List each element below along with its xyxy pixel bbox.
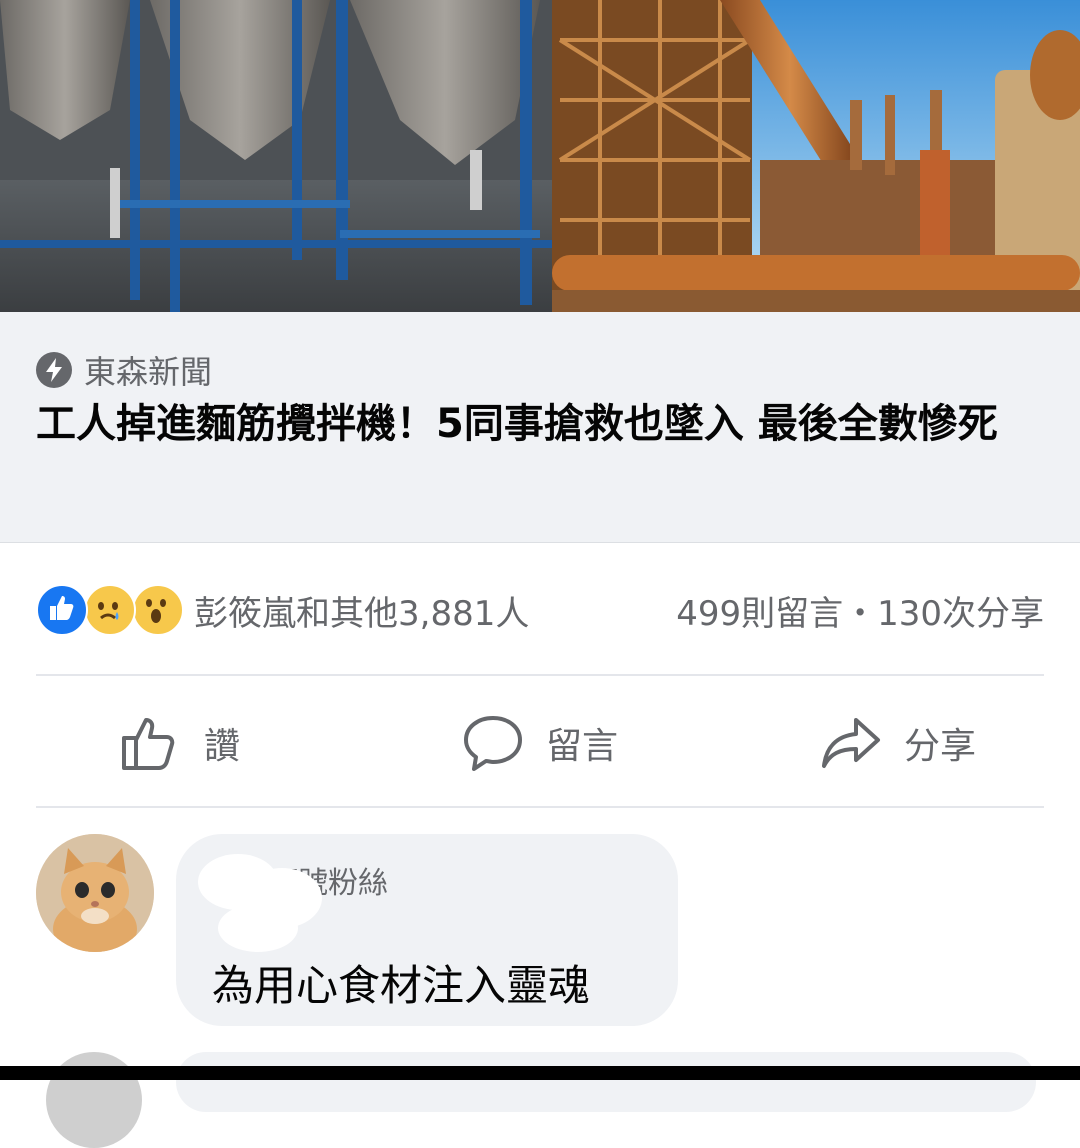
steel-plant-photo (552, 0, 1080, 312)
reactions-row: 彭筱嵐和其他3,881人 499則留言・130次分享 (36, 578, 1044, 642)
source-name: 東森新聞 (84, 353, 213, 391)
commenter-avatar[interactable] (36, 834, 154, 952)
like-label: 讚 (204, 726, 241, 767)
comment-button[interactable]: 留言 (462, 708, 618, 778)
wow-reaction-icon (132, 584, 184, 636)
share-button[interactable]: 分享 (820, 708, 976, 778)
reaction-icons[interactable] (36, 584, 186, 636)
thumbs-up-icon (122, 718, 175, 770)
sad-reaction-icon (84, 584, 136, 636)
reactors-summary[interactable]: 彭筱嵐和其他3,881人 (194, 586, 529, 635)
comment-text: 為用心食材注入靈魂 (212, 961, 591, 1010)
share-arrow-icon (822, 718, 880, 768)
factory-mixer-photo (0, 0, 552, 312)
divider (36, 674, 1044, 676)
next-comment-bubble[interactable] (176, 1052, 1036, 1112)
link-preview-card[interactable]: 東森新聞 工人掉進麵筋攪拌機！5同事搶救也墜入 最後全數慘死 (0, 312, 1080, 543)
comment-bubble-icon (464, 716, 522, 771)
comment-bubble[interactable]: 頭號粉絲 為用心食材注入靈魂 (176, 834, 678, 1026)
comment-share-counts[interactable]: 499則留言・130次分享 (676, 586, 1044, 635)
like-button[interactable]: 讚 (120, 708, 240, 778)
divider (36, 806, 1044, 808)
redacted-name-scribble (198, 854, 322, 952)
article-headline[interactable]: 工人掉進麵筋攪拌機！5同事搶救也墜入 最後全數慘死 (36, 396, 1046, 452)
action-bar: 讚 留言 分享 (36, 690, 1044, 800)
article-hero-image[interactable] (0, 0, 1080, 312)
screen-bottom-edge (0, 1066, 1080, 1080)
lightning-bolt-icon (36, 352, 72, 388)
comment-label: 留言 (546, 726, 619, 767)
share-label: 分享 (904, 726, 977, 767)
source-row: 東森新聞 (36, 350, 213, 391)
like-reaction-icon (36, 584, 88, 636)
